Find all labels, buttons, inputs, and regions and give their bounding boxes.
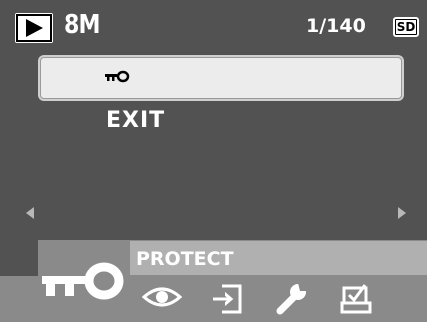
menu-item-protect[interactable]: [40, 57, 402, 99]
wrench-icon[interactable]: [276, 283, 310, 315]
eye-icon[interactable]: [142, 283, 182, 311]
protect-key-icon[interactable]: [40, 262, 126, 302]
sd-card-icon: SD: [393, 17, 419, 37]
left-arrow-icon[interactable]: [25, 206, 35, 220]
menu-item-exit[interactable]: EXIT: [106, 108, 165, 133]
playback-mode-icon: [15, 13, 53, 43]
frame-counter: 1/140: [306, 15, 366, 37]
current-menu-label: PROTECT: [136, 248, 234, 270]
print-icon[interactable]: [340, 283, 376, 315]
right-arrow-icon[interactable]: [397, 206, 407, 220]
status-bar: 8M 1/140 SD: [0, 0, 427, 50]
protect-key-icon: [105, 70, 130, 83]
resolution-indicator: 8M: [64, 10, 101, 40]
import-icon[interactable]: [210, 283, 244, 315]
